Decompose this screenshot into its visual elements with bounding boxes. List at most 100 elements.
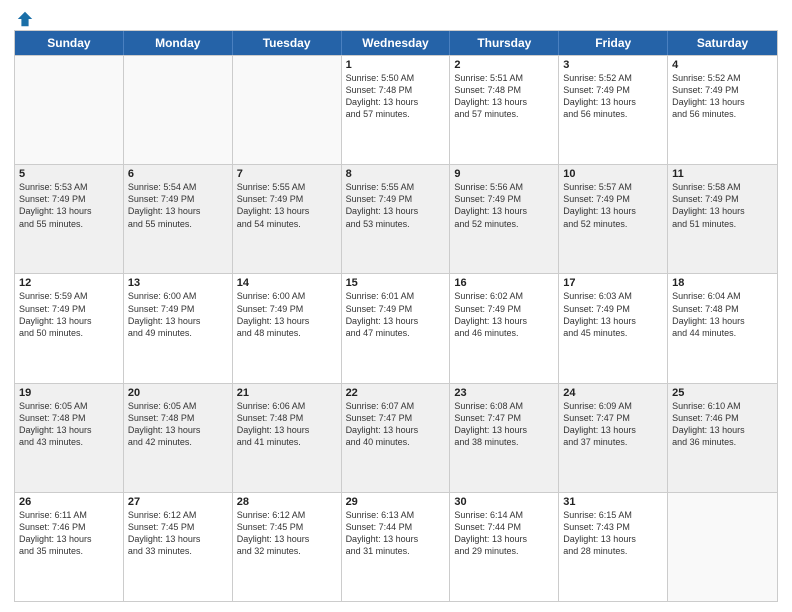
- calendar-cell: 12Sunrise: 5:59 AM Sunset: 7:49 PM Dayli…: [15, 274, 124, 382]
- day-info: Sunrise: 6:08 AM Sunset: 7:47 PM Dayligh…: [454, 400, 554, 449]
- logo-icon: [16, 10, 34, 28]
- day-number: 18: [672, 277, 773, 289]
- calendar-cell: 21Sunrise: 6:06 AM Sunset: 7:48 PM Dayli…: [233, 384, 342, 492]
- calendar-cell: [668, 493, 777, 601]
- calendar-cell: 29Sunrise: 6:13 AM Sunset: 7:44 PM Dayli…: [342, 493, 451, 601]
- day-number: 6: [128, 168, 228, 180]
- day-number: 5: [19, 168, 119, 180]
- calendar-cell: [233, 56, 342, 164]
- calendar-cell: 23Sunrise: 6:08 AM Sunset: 7:47 PM Dayli…: [450, 384, 559, 492]
- header: [14, 10, 778, 24]
- day-info: Sunrise: 5:56 AM Sunset: 7:49 PM Dayligh…: [454, 181, 554, 230]
- day-info: Sunrise: 5:51 AM Sunset: 7:48 PM Dayligh…: [454, 72, 554, 121]
- day-number: 25: [672, 387, 773, 399]
- day-info: Sunrise: 6:11 AM Sunset: 7:46 PM Dayligh…: [19, 509, 119, 558]
- day-info: Sunrise: 6:07 AM Sunset: 7:47 PM Dayligh…: [346, 400, 446, 449]
- day-number: 15: [346, 277, 446, 289]
- day-number: 26: [19, 496, 119, 508]
- day-number: 24: [563, 387, 663, 399]
- calendar-cell: 16Sunrise: 6:02 AM Sunset: 7:49 PM Dayli…: [450, 274, 559, 382]
- calendar-cell: 1Sunrise: 5:50 AM Sunset: 7:48 PM Daylig…: [342, 56, 451, 164]
- day-info: Sunrise: 5:52 AM Sunset: 7:49 PM Dayligh…: [672, 72, 773, 121]
- page: SundayMondayTuesdayWednesdayThursdayFrid…: [0, 0, 792, 612]
- day-number: 14: [237, 277, 337, 289]
- day-number: 7: [237, 168, 337, 180]
- calendar-cell: 10Sunrise: 5:57 AM Sunset: 7:49 PM Dayli…: [559, 165, 668, 273]
- calendar-cell: 11Sunrise: 5:58 AM Sunset: 7:49 PM Dayli…: [668, 165, 777, 273]
- calendar-row: 12Sunrise: 5:59 AM Sunset: 7:49 PM Dayli…: [15, 273, 777, 382]
- day-number: 22: [346, 387, 446, 399]
- day-info: Sunrise: 6:00 AM Sunset: 7:49 PM Dayligh…: [237, 290, 337, 339]
- day-number: 1: [346, 59, 446, 71]
- day-info: Sunrise: 6:10 AM Sunset: 7:46 PM Dayligh…: [672, 400, 773, 449]
- weekday-header: Tuesday: [233, 31, 342, 55]
- calendar-cell: 15Sunrise: 6:01 AM Sunset: 7:49 PM Dayli…: [342, 274, 451, 382]
- day-number: 11: [672, 168, 773, 180]
- day-info: Sunrise: 6:13 AM Sunset: 7:44 PM Dayligh…: [346, 509, 446, 558]
- calendar-cell: 4Sunrise: 5:52 AM Sunset: 7:49 PM Daylig…: [668, 56, 777, 164]
- day-info: Sunrise: 6:00 AM Sunset: 7:49 PM Dayligh…: [128, 290, 228, 339]
- day-info: Sunrise: 6:14 AM Sunset: 7:44 PM Dayligh…: [454, 509, 554, 558]
- day-number: 13: [128, 277, 228, 289]
- day-number: 29: [346, 496, 446, 508]
- day-info: Sunrise: 6:04 AM Sunset: 7:48 PM Dayligh…: [672, 290, 773, 339]
- calendar-row: 1Sunrise: 5:50 AM Sunset: 7:48 PM Daylig…: [15, 55, 777, 164]
- calendar-row: 19Sunrise: 6:05 AM Sunset: 7:48 PM Dayli…: [15, 383, 777, 492]
- calendar-cell: 8Sunrise: 5:55 AM Sunset: 7:49 PM Daylig…: [342, 165, 451, 273]
- day-number: 16: [454, 277, 554, 289]
- calendar-cell: 9Sunrise: 5:56 AM Sunset: 7:49 PM Daylig…: [450, 165, 559, 273]
- calendar-row: 5Sunrise: 5:53 AM Sunset: 7:49 PM Daylig…: [15, 164, 777, 273]
- weekday-header: Monday: [124, 31, 233, 55]
- day-info: Sunrise: 5:55 AM Sunset: 7:49 PM Dayligh…: [346, 181, 446, 230]
- calendar-cell: 6Sunrise: 5:54 AM Sunset: 7:49 PM Daylig…: [124, 165, 233, 273]
- calendar-cell: 7Sunrise: 5:55 AM Sunset: 7:49 PM Daylig…: [233, 165, 342, 273]
- calendar-cell: 5Sunrise: 5:53 AM Sunset: 7:49 PM Daylig…: [15, 165, 124, 273]
- day-number: 3: [563, 59, 663, 71]
- day-number: 30: [454, 496, 554, 508]
- day-info: Sunrise: 6:12 AM Sunset: 7:45 PM Dayligh…: [128, 509, 228, 558]
- calendar-body: 1Sunrise: 5:50 AM Sunset: 7:48 PM Daylig…: [15, 55, 777, 601]
- calendar-cell: 18Sunrise: 6:04 AM Sunset: 7:48 PM Dayli…: [668, 274, 777, 382]
- day-number: 9: [454, 168, 554, 180]
- calendar-cell: 3Sunrise: 5:52 AM Sunset: 7:49 PM Daylig…: [559, 56, 668, 164]
- day-info: Sunrise: 5:52 AM Sunset: 7:49 PM Dayligh…: [563, 72, 663, 121]
- day-number: 31: [563, 496, 663, 508]
- day-info: Sunrise: 6:15 AM Sunset: 7:43 PM Dayligh…: [563, 509, 663, 558]
- calendar-cell: 2Sunrise: 5:51 AM Sunset: 7:48 PM Daylig…: [450, 56, 559, 164]
- calendar: SundayMondayTuesdayWednesdayThursdayFrid…: [14, 30, 778, 602]
- calendar-cell: [124, 56, 233, 164]
- calendar-cell: 22Sunrise: 6:07 AM Sunset: 7:47 PM Dayli…: [342, 384, 451, 492]
- calendar-cell: 13Sunrise: 6:00 AM Sunset: 7:49 PM Dayli…: [124, 274, 233, 382]
- day-info: Sunrise: 6:12 AM Sunset: 7:45 PM Dayligh…: [237, 509, 337, 558]
- calendar-header-row: SundayMondayTuesdayWednesdayThursdayFrid…: [15, 31, 777, 55]
- calendar-cell: 28Sunrise: 6:12 AM Sunset: 7:45 PM Dayli…: [233, 493, 342, 601]
- day-info: Sunrise: 6:03 AM Sunset: 7:49 PM Dayligh…: [563, 290, 663, 339]
- day-number: 21: [237, 387, 337, 399]
- logo: [14, 10, 34, 24]
- day-info: Sunrise: 5:55 AM Sunset: 7:49 PM Dayligh…: [237, 181, 337, 230]
- day-number: 28: [237, 496, 337, 508]
- day-number: 12: [19, 277, 119, 289]
- weekday-header: Saturday: [668, 31, 777, 55]
- day-info: Sunrise: 6:06 AM Sunset: 7:48 PM Dayligh…: [237, 400, 337, 449]
- day-info: Sunrise: 6:05 AM Sunset: 7:48 PM Dayligh…: [128, 400, 228, 449]
- calendar-cell: 24Sunrise: 6:09 AM Sunset: 7:47 PM Dayli…: [559, 384, 668, 492]
- day-info: Sunrise: 5:53 AM Sunset: 7:49 PM Dayligh…: [19, 181, 119, 230]
- day-number: 8: [346, 168, 446, 180]
- day-number: 10: [563, 168, 663, 180]
- calendar-cell: 26Sunrise: 6:11 AM Sunset: 7:46 PM Dayli…: [15, 493, 124, 601]
- calendar-cell: 19Sunrise: 6:05 AM Sunset: 7:48 PM Dayli…: [15, 384, 124, 492]
- day-info: Sunrise: 5:58 AM Sunset: 7:49 PM Dayligh…: [672, 181, 773, 230]
- day-number: 4: [672, 59, 773, 71]
- calendar-cell: 25Sunrise: 6:10 AM Sunset: 7:46 PM Dayli…: [668, 384, 777, 492]
- day-number: 17: [563, 277, 663, 289]
- day-number: 23: [454, 387, 554, 399]
- day-info: Sunrise: 6:05 AM Sunset: 7:48 PM Dayligh…: [19, 400, 119, 449]
- weekday-header: Sunday: [15, 31, 124, 55]
- day-info: Sunrise: 5:59 AM Sunset: 7:49 PM Dayligh…: [19, 290, 119, 339]
- weekday-header: Thursday: [450, 31, 559, 55]
- calendar-row: 26Sunrise: 6:11 AM Sunset: 7:46 PM Dayli…: [15, 492, 777, 601]
- calendar-cell: 17Sunrise: 6:03 AM Sunset: 7:49 PM Dayli…: [559, 274, 668, 382]
- weekday-header: Wednesday: [342, 31, 451, 55]
- calendar-cell: 14Sunrise: 6:00 AM Sunset: 7:49 PM Dayli…: [233, 274, 342, 382]
